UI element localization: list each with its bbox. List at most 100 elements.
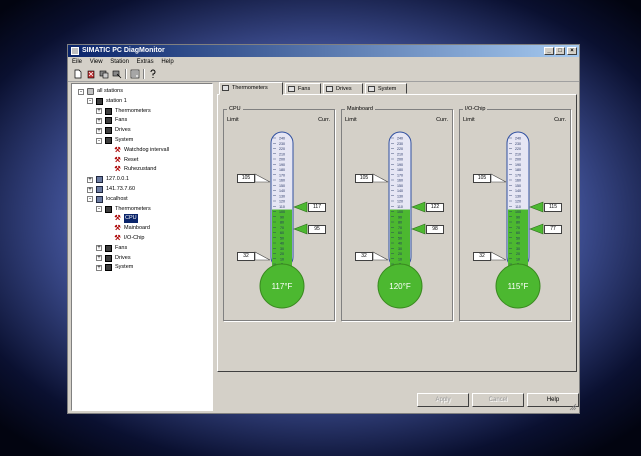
- tree-item[interactable]: + System: [72, 263, 212, 272]
- apply-button[interactable]: Apply: [417, 393, 469, 407]
- tree-item[interactable]: +127.0.0.1: [72, 175, 212, 184]
- tree-item[interactable]: + Thermometers: [72, 107, 212, 116]
- expand-icon[interactable]: +: [96, 108, 102, 115]
- tree-item[interactable]: ⚒ Mainboard: [72, 224, 212, 233]
- expand-icon[interactable]: +: [96, 127, 102, 134]
- scale-label: 60: [516, 231, 520, 235]
- current-pointer: [411, 201, 426, 213]
- scale-label: 40: [516, 242, 520, 246]
- connect-icon[interactable]: [99, 69, 109, 79]
- maximize-button[interactable]: □: [555, 47, 565, 55]
- tree-item[interactable]: + Drives: [72, 126, 212, 135]
- delete-icon[interactable]: [86, 69, 96, 79]
- scale-label: 50: [516, 236, 520, 240]
- scale-label: 20: [516, 252, 520, 256]
- tree-item[interactable]: - station 1: [72, 97, 212, 106]
- tree-item[interactable]: ⚒ I/O-Chip: [72, 234, 212, 243]
- folder-icon: [105, 205, 112, 213]
- tree-item[interactable]: + Fans: [72, 116, 212, 125]
- tree-item-label: Ruhezustand: [124, 166, 157, 173]
- limit-pointer[interactable]: [490, 173, 507, 183]
- thermometers-tab-panel: CPU Limit Curr. 240 230 220 210 200 190 180 170 160…: [217, 94, 577, 372]
- scale-label: 130: [279, 194, 285, 198]
- menu-help[interactable]: Help: [161, 59, 173, 65]
- collapse-icon[interactable]: -: [87, 98, 93, 105]
- tab-fans[interactable]: Fans: [285, 83, 321, 94]
- scale-label: 170: [279, 173, 285, 177]
- expand-icon[interactable]: +: [96, 117, 102, 124]
- help-icon[interactable]: [148, 69, 158, 79]
- scale-label: 180: [515, 168, 521, 172]
- properties-icon[interactable]: [130, 69, 140, 79]
- menu-station[interactable]: Station: [110, 59, 129, 65]
- limit-pointer[interactable]: [372, 251, 389, 261]
- tab-icon: [222, 85, 229, 91]
- limit-pointer[interactable]: [372, 173, 389, 183]
- menu-extras[interactable]: Extras: [137, 59, 154, 65]
- limit-low-field[interactable]: 32: [473, 252, 491, 261]
- expand-icon[interactable]: +: [96, 255, 102, 262]
- close-button[interactable]: ×: [567, 47, 577, 55]
- title-bar[interactable]: SIMATIC PC DiagMonitor _ □ ×: [68, 45, 579, 57]
- limit-high-field[interactable]: 105: [355, 174, 373, 183]
- collapse-icon[interactable]: -: [96, 206, 102, 213]
- scale-label: 40: [398, 242, 402, 246]
- thermometer-group: I/O-Chip Limit Curr. 240 230 220 210 200 190 180 1…: [459, 105, 571, 321]
- tree-item[interactable]: ⚒ Watchdog intervall: [72, 146, 212, 155]
- tab-thermometers[interactable]: Thermometers: [219, 82, 283, 95]
- cancel-button[interactable]: Cancel: [472, 393, 524, 407]
- expand-icon[interactable]: +: [96, 264, 102, 271]
- collapse-icon[interactable]: -: [78, 88, 84, 95]
- scale-label: 180: [279, 168, 285, 172]
- scale-label: 10: [516, 257, 520, 261]
- scale-label: 220: [515, 147, 521, 151]
- menu-view[interactable]: View: [90, 59, 103, 65]
- tree-item[interactable]: - localhost: [72, 195, 212, 204]
- scale-label: 160: [397, 179, 403, 183]
- tree-item[interactable]: - Thermometers: [72, 205, 212, 214]
- scale-label: 130: [397, 194, 403, 198]
- tree-item[interactable]: ⚒ Reset: [72, 156, 212, 165]
- limit-high-field[interactable]: 105: [237, 174, 255, 183]
- tree-item-label: localhost: [106, 195, 128, 202]
- limit-high-field[interactable]: 105: [473, 174, 491, 183]
- expand-icon[interactable]: +: [87, 186, 93, 193]
- tool-icon: ⚒: [114, 235, 121, 242]
- scale-label: 60: [280, 231, 284, 235]
- tool-icon: ⚒: [114, 166, 121, 174]
- tree-item[interactable]: + Fans: [72, 244, 212, 253]
- limit-low-field[interactable]: 32: [355, 252, 373, 261]
- tree-item[interactable]: + Drives: [72, 254, 212, 263]
- limit-pointer[interactable]: [490, 251, 507, 261]
- scale-label: 110: [397, 205, 403, 209]
- scale-label: 80: [398, 221, 402, 225]
- limit-pointer[interactable]: [254, 173, 271, 183]
- scale-label: 80: [280, 221, 284, 225]
- scale-label: 200: [397, 158, 403, 162]
- toolbar-separator: [143, 69, 145, 79]
- collapse-icon[interactable]: -: [96, 137, 102, 144]
- tree-item-label: Reset: [124, 156, 139, 163]
- scale-label: 50: [280, 236, 284, 240]
- station-tree[interactable]: - all stations - station 1 + Thermometers + Fan…: [71, 83, 213, 411]
- tree-item[interactable]: ⚒ Ruhezustand: [72, 165, 212, 174]
- tree-item[interactable]: +141.73.7.60: [72, 185, 212, 194]
- limit-low-field[interactable]: 32: [237, 252, 255, 261]
- tool-icon: ⚒: [114, 215, 121, 223]
- disconnect-icon[interactable]: [112, 69, 122, 79]
- new-icon[interactable]: [73, 69, 83, 79]
- menu-file[interactable]: Eile: [72, 59, 82, 65]
- tree-item[interactable]: ⚒ CPU: [72, 214, 212, 224]
- scale-label: 20: [398, 252, 402, 256]
- scale-label: 230: [397, 142, 403, 146]
- expand-icon[interactable]: +: [96, 245, 102, 252]
- tree-item[interactable]: - all stations: [72, 87, 212, 96]
- collapse-icon[interactable]: -: [87, 196, 93, 203]
- tree-item[interactable]: - System: [72, 136, 212, 145]
- expand-icon[interactable]: +: [87, 176, 93, 183]
- tab-drives[interactable]: Drives: [323, 83, 363, 94]
- minimize-button[interactable]: _: [544, 47, 554, 55]
- limit-pointer[interactable]: [254, 251, 271, 261]
- resize-grip[interactable]: [569, 403, 577, 411]
- tab-system[interactable]: System: [365, 83, 407, 94]
